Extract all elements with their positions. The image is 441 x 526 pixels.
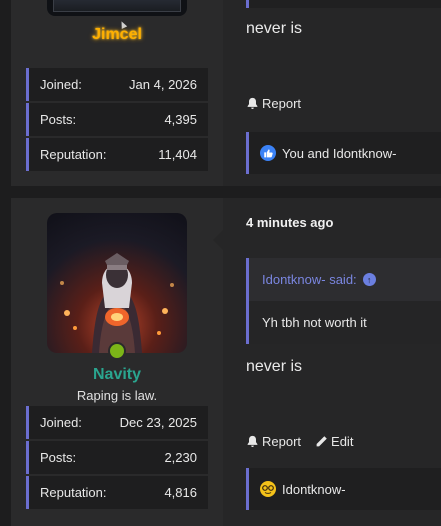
- edit-button[interactable]: Edit: [315, 434, 353, 449]
- avatar[interactable]: [47, 0, 187, 16]
- stat-value: 11,404: [158, 147, 197, 162]
- username[interactable]: Navity: [11, 366, 223, 384]
- reaction-users[interactable]: Idontknow-: [282, 482, 346, 497]
- stat-label: Posts:: [40, 450, 77, 465]
- quote-author[interactable]: Idontknow- said:: [262, 272, 357, 287]
- avatar[interactable]: [47, 213, 187, 353]
- nerd-face-icon: [260, 481, 276, 497]
- bell-icon: [247, 435, 258, 447]
- stat-value: 2,230: [164, 450, 197, 465]
- report-button[interactable]: Report: [246, 434, 301, 449]
- online-status-indicator: [108, 342, 126, 360]
- user-sidebar: Navity Raping is law. Joined: Dec 23, 20…: [11, 198, 223, 526]
- post-timestamp[interactable]: 4 minutes ago: [246, 215, 333, 230]
- stat-value: 4,395: [164, 112, 197, 127]
- stat-label: Reputation:: [40, 485, 107, 500]
- report-label: Report: [262, 96, 302, 111]
- stat-posts: Posts: 2,230: [26, 441, 208, 474]
- quote-block: Idontknow- said: ↑ Yh tbh not worth it: [246, 258, 441, 344]
- post-navity: Navity Raping is law. Joined: Dec 23, 20…: [11, 198, 441, 526]
- stat-joined: Joined: Dec 23, 2025: [26, 406, 208, 439]
- report-button[interactable]: Report: [246, 96, 301, 111]
- post-main: never is Report You and Idontknow-: [223, 0, 441, 186]
- message-body: never is: [246, 20, 303, 37]
- stat-label: Reputation:: [40, 147, 107, 162]
- arrow-up-icon[interactable]: ↑: [362, 273, 376, 286]
- stat-label: Posts:: [40, 112, 77, 127]
- stat-value: 4,816: [164, 485, 197, 500]
- report-label: Report: [262, 434, 302, 449]
- reaction-users[interactable]: You and Idontknow-: [282, 146, 396, 161]
- stat-label: Joined:: [40, 415, 82, 430]
- avatar-image: [60, 253, 174, 353]
- user-title: Raping is law.: [76, 388, 158, 403]
- stat-joined: Joined: Jan 4, 2026: [26, 68, 208, 101]
- edit-label: Edit: [331, 434, 354, 449]
- post-actions: Report: [246, 96, 301, 111]
- post-arrow: [213, 230, 223, 250]
- quote-header[interactable]: Idontknow- said: ↑: [249, 258, 441, 301]
- user-stats: Joined: Jan 4, 2026 Posts: 4,395 Reputat…: [26, 68, 208, 173]
- bell-icon: [247, 97, 258, 109]
- stat-label: Joined:: [40, 77, 82, 92]
- quote-text: Yh tbh not worth it: [249, 301, 441, 344]
- stat-posts: Posts: 4,395: [26, 103, 208, 136]
- stat-reputation: Reputation: 11,404: [26, 138, 208, 171]
- stat-value: Jan 4, 2026: [129, 77, 197, 92]
- post-main: 4 minutes ago Idontknow- said: ↑ Yh tbh …: [213, 198, 441, 526]
- like-icon: [260, 145, 276, 161]
- user-stats: Joined: Dec 23, 2025 Posts: 2,230 Reputa…: [26, 406, 208, 511]
- reaction-bar[interactable]: You and Idontknow-: [246, 132, 441, 174]
- username[interactable]: Jimcel: [11, 26, 223, 44]
- stat-reputation: Reputation: 4,816: [26, 476, 208, 509]
- post-jimcel: Jimcel Joined: Jan 4, 2026 Posts: 4,395 …: [11, 0, 441, 186]
- pencil-icon: [316, 436, 327, 447]
- reaction-bar[interactable]: Idontknow-: [246, 468, 441, 510]
- user-sidebar: Jimcel Joined: Jan 4, 2026 Posts: 4,395 …: [11, 0, 223, 186]
- stat-value: Dec 23, 2025: [119, 415, 197, 430]
- quote-bottom-edge: [246, 0, 441, 8]
- message-body: never is: [246, 358, 303, 375]
- post-actions: Report Edit: [246, 434, 353, 449]
